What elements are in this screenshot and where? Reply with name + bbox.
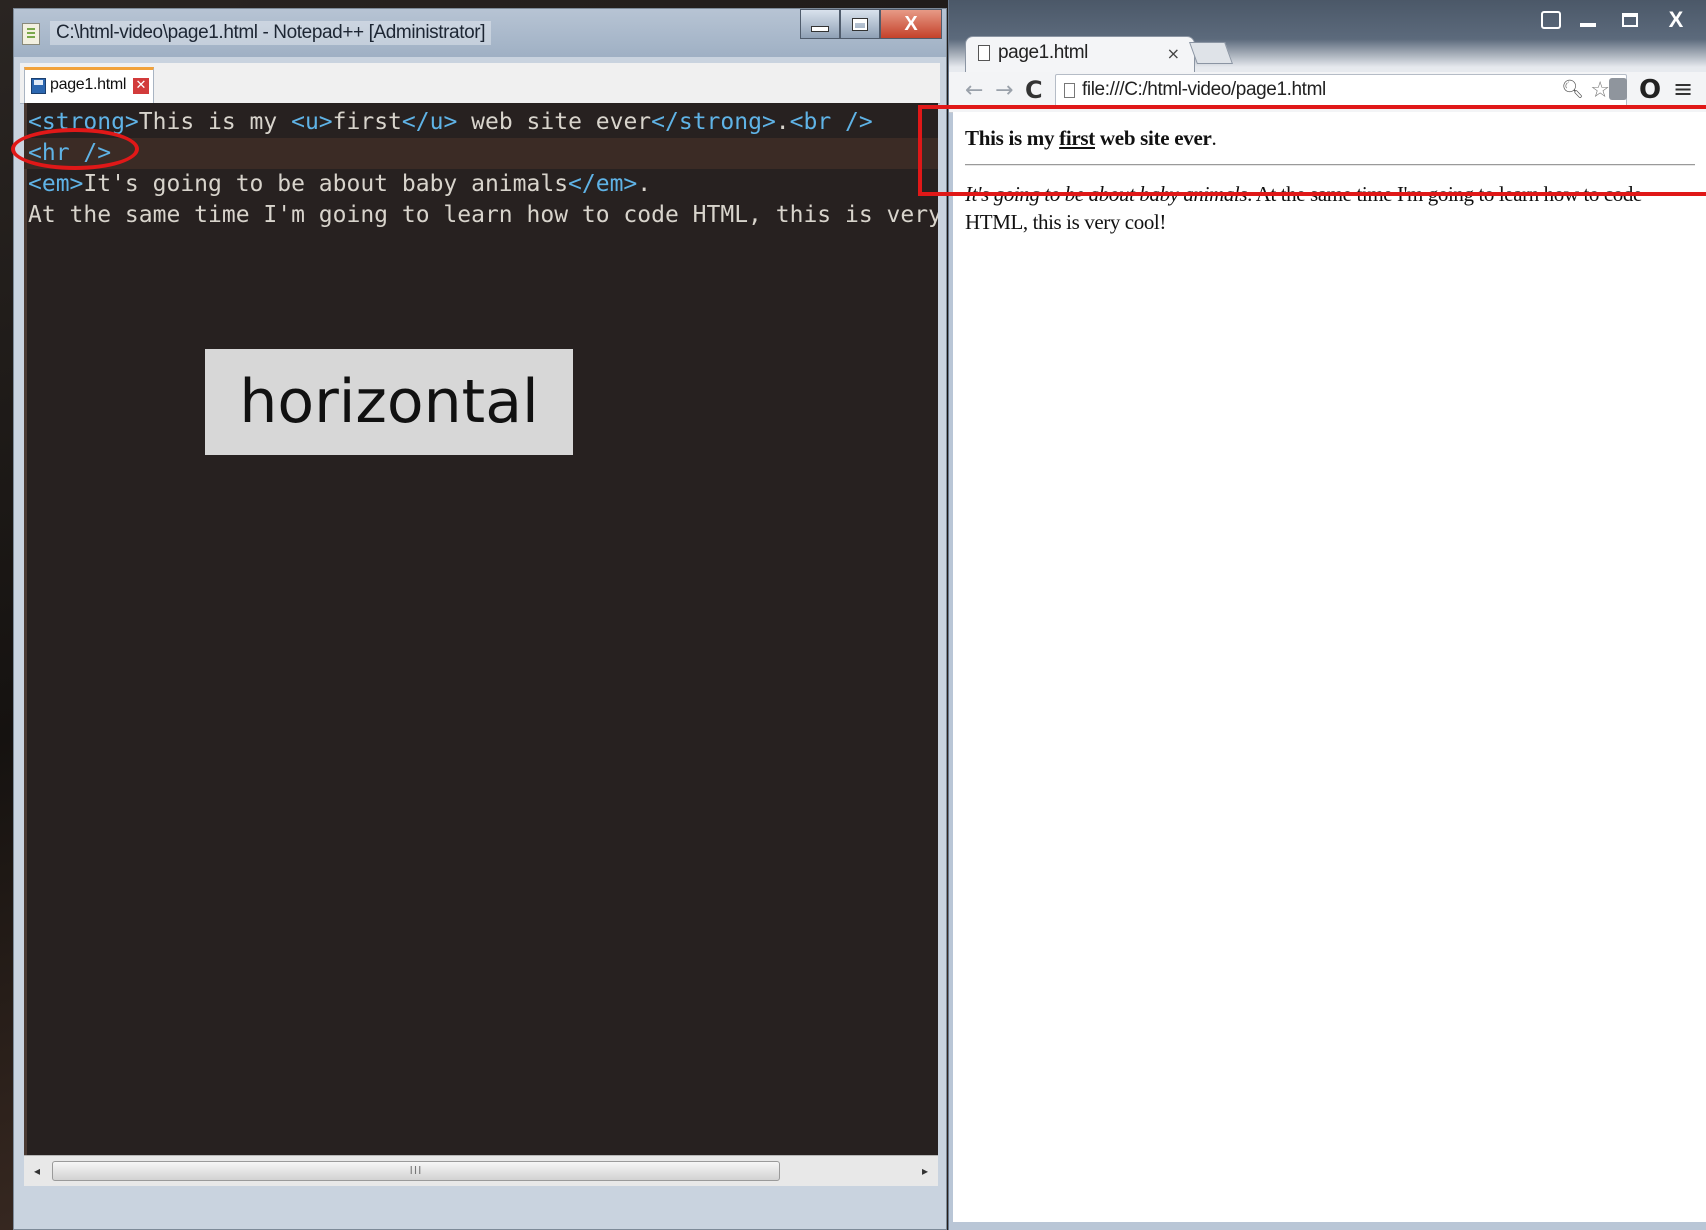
code-line-4: At the same time I'm going to learn how … (24, 200, 938, 231)
tab-label: page1.html (50, 76, 127, 93)
address-bar[interactable]: file:///C:/html-video/page1.html 🔍︎ ☆ (1055, 74, 1627, 108)
code-editor[interactable]: <strong>This is my <u>first</u> web site… (24, 103, 938, 1185)
close-icon: X (1668, 7, 1684, 32)
maximize-button[interactable] (840, 9, 880, 39)
annotation-rectangle (918, 105, 1706, 196)
code-line-1: <strong>This is my <u>first</u> web site… (24, 107, 938, 138)
minimize-icon (1580, 23, 1596, 27)
page-icon (1064, 83, 1075, 98)
code-token: . (775, 109, 790, 135)
code-token: <em> (28, 171, 84, 197)
maximize-icon (853, 18, 867, 30)
close-button[interactable]: X (880, 9, 942, 39)
code-line-2: <hr /> (24, 138, 938, 169)
new-tab-button[interactable] (1188, 42, 1234, 64)
code-token: </u> (401, 109, 458, 135)
code-token: At the same time I'm going to learn how … (28, 202, 938, 228)
code-token: . (637, 171, 652, 197)
browser-tab[interactable]: page1.html × (965, 36, 1195, 72)
scroll-thumb[interactable]: III (52, 1161, 780, 1181)
caption-text: horizontal (239, 367, 539, 437)
minimize-button[interactable] (800, 9, 840, 39)
forward-icon[interactable]: → (995, 78, 1013, 103)
notepadpp-titlebar[interactable]: C:\html-video\page1.html - Notepad++ [Ad… (14, 9, 946, 57)
code-token: web site ever (457, 109, 652, 135)
code-token: <u> (291, 109, 333, 135)
menu-icon[interactable]: ≡ (1673, 75, 1693, 103)
url-text: file:///C:/html-video/page1.html (1082, 79, 1326, 100)
tab-close-icon[interactable]: × (1167, 44, 1180, 63)
profile-icon (1541, 11, 1561, 29)
caption-overlay: horizontal (205, 349, 573, 455)
browser-minimize-button[interactable] (1568, 0, 1608, 40)
bookmark-star-icon[interactable]: ☆ (1590, 78, 1610, 103)
code-token: It's going to be about baby animals (83, 171, 569, 197)
opera-extension-icon[interactable]: O (1639, 75, 1661, 105)
page-icon (978, 45, 990, 61)
maximize-icon (1622, 13, 1638, 27)
code-token: </em> (568, 171, 638, 197)
page-viewport: This is my first web site ever. It's goi… (953, 112, 1706, 1222)
code-token: This is my (138, 109, 292, 135)
save-icon (31, 78, 46, 94)
annotation-ellipse (11, 128, 139, 170)
tab-close-icon[interactable]: ✕ (133, 78, 149, 94)
tab-page1[interactable]: page1.html ✕ (24, 67, 154, 103)
extension-icon[interactable] (1609, 78, 1627, 100)
browser-window-controls: X (1536, 0, 1700, 40)
document-tabbar: page1.html ✕ (20, 63, 940, 104)
zoom-icon[interactable]: 🔍︎ (1561, 79, 1584, 100)
code-token: first (332, 109, 402, 135)
notepad-icon (22, 23, 40, 45)
minimize-icon (812, 27, 828, 31)
code-token: </strong> (651, 109, 776, 135)
code-token: <br /> (789, 109, 873, 135)
close-icon: X (904, 12, 918, 35)
browser-maximize-button[interactable] (1610, 0, 1650, 40)
back-icon[interactable]: ← (965, 78, 983, 103)
window-controls: X (800, 9, 942, 43)
notepadpp-window: C:\html-video\page1.html - Notepad++ [Ad… (13, 8, 947, 1230)
profile-button[interactable] (1536, 0, 1566, 40)
scroll-left-icon[interactable]: ◂ (24, 1156, 50, 1186)
browser-close-button[interactable]: X (1652, 0, 1700, 40)
scroll-right-icon[interactable]: ▸ (912, 1156, 938, 1186)
editor-gutter (24, 103, 27, 1185)
window-title: C:\html-video\page1.html - Notepad++ [Ad… (50, 21, 492, 45)
browser-tab-label: page1.html (998, 42, 1089, 63)
reload-icon[interactable]: C (1025, 76, 1043, 104)
code-line-3: <em>It's going to be about baby animals<… (24, 169, 938, 200)
horizontal-scrollbar[interactable]: ◂ III ▸ (24, 1155, 938, 1186)
